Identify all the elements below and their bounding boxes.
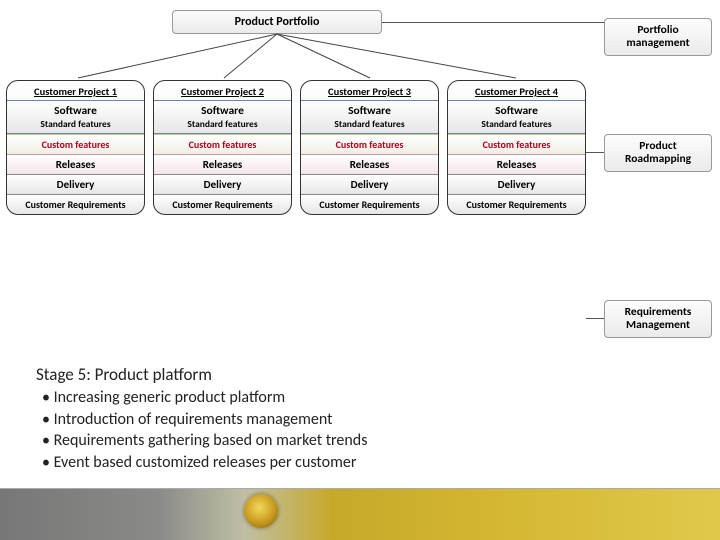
- delivery-row: Delivery: [448, 174, 585, 194]
- customer-requirements-row: Customer Requirements: [154, 194, 291, 214]
- software-row: Software Standard features: [447, 100, 586, 134]
- project-title: Customer Project 1: [7, 81, 144, 100]
- std-features-label: Standard features: [449, 118, 584, 130]
- std-features-label: Standard features: [8, 118, 143, 130]
- releases-row: Releases: [154, 154, 291, 174]
- software-row: Software Standard features: [6, 100, 145, 134]
- connector-portfolio-mgmt: [382, 22, 604, 23]
- software-row: Software Standard features: [300, 100, 439, 134]
- customer-requirements-row: Customer Requirements: [448, 194, 585, 214]
- connector-roadmapping: [586, 152, 604, 153]
- side-roadmapping-label: Product Roadmapping: [607, 140, 709, 165]
- custom-features-row: Custom features: [448, 134, 585, 154]
- side-portfolio-management-box: Portfolio management: [604, 18, 712, 56]
- stage-bullet: Requirements gathering based on market t…: [42, 430, 556, 452]
- std-features-label: Standard features: [302, 118, 437, 130]
- customer-requirements-row: Customer Requirements: [7, 194, 144, 214]
- releases-row: Releases: [301, 154, 438, 174]
- footer-seal-icon: [244, 494, 278, 528]
- stage-bullet-list: Increasing generic product platform Intr…: [36, 387, 556, 473]
- project-title: Customer Project 3: [301, 81, 438, 100]
- stage-bullet: Introduction of requirements management: [42, 409, 556, 431]
- project-column-2: Customer Project 2 Software Standard fea…: [153, 80, 292, 215]
- project-column-4: Customer Project 4 Software Standard fea…: [447, 80, 586, 215]
- software-label: Software: [155, 104, 290, 118]
- delivery-row: Delivery: [154, 174, 291, 194]
- project-title: Customer Project 2: [154, 81, 291, 100]
- customer-requirements-row: Customer Requirements: [301, 194, 438, 214]
- stage-title: Stage 5: Product platform: [36, 364, 556, 385]
- custom-features-row: Custom features: [301, 134, 438, 154]
- std-features-label: Standard features: [155, 118, 290, 130]
- releases-row: Releases: [448, 154, 585, 174]
- side-requirements-mgmt-box: Requirements Management: [604, 300, 712, 338]
- delivery-row: Delivery: [301, 174, 438, 194]
- project-title: Customer Project 4: [448, 81, 585, 100]
- delivery-row: Delivery: [7, 174, 144, 194]
- software-label: Software: [302, 104, 437, 118]
- custom-features-row: Custom features: [7, 134, 144, 154]
- side-roadmapping-box: Product Roadmapping: [604, 134, 712, 172]
- stage-bullet: Event based customized releases per cust…: [42, 452, 556, 474]
- side-portfolio-management-label: Portfolio management: [607, 24, 709, 49]
- fanout-lines: [0, 0, 600, 80]
- stage-text-block: Stage 5: Product platform Increasing gen…: [36, 364, 556, 473]
- stage-bullet: Increasing generic product platform: [42, 387, 556, 409]
- side-requirements-mgmt-label: Requirements Management: [607, 306, 709, 331]
- releases-row: Releases: [7, 154, 144, 174]
- software-label: Software: [449, 104, 584, 118]
- projects-row: Customer Project 1 Software Standard fea…: [6, 80, 586, 215]
- project-column-3: Customer Project 3 Software Standard fea…: [300, 80, 439, 215]
- custom-features-row: Custom features: [154, 134, 291, 154]
- footer-band: [0, 488, 720, 540]
- project-column-1: Customer Project 1 Software Standard fea…: [6, 80, 145, 215]
- connector-requirements-mgmt: [586, 318, 604, 319]
- software-label: Software: [8, 104, 143, 118]
- software-row: Software Standard features: [153, 100, 292, 134]
